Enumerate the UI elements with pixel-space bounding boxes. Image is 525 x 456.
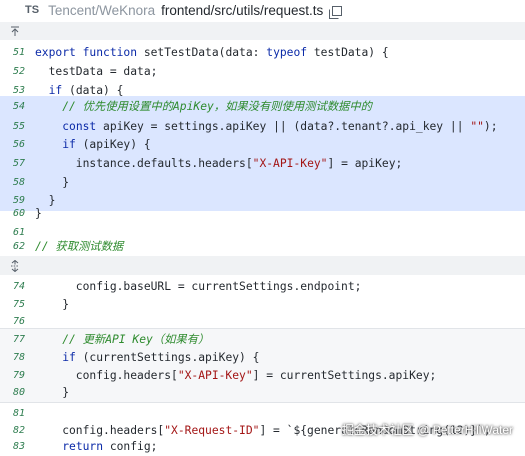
file-header: TS Tencent/WeKnora frontend/src/utils/re… (0, 0, 525, 20)
line-number[interactable]: 54 (0, 101, 35, 112)
code-line: 62 // 获取测试数据 (0, 236, 525, 256)
line-number[interactable]: 58 (0, 177, 35, 188)
code-text: if (data) { (48, 83, 124, 97)
code-line: 60 } (0, 203, 525, 223)
line-number[interactable]: 51 (0, 47, 35, 58)
line-number[interactable]: 82 (0, 425, 35, 436)
repo-link[interactable]: Tencent/WeKnora (48, 3, 155, 18)
code-line-context: 80 } (0, 382, 525, 402)
code-comment: // 获取测试数据 (35, 240, 124, 253)
code-text: instance.defaults.headers["X-API-Key"] =… (35, 156, 403, 170)
code-line: 74 config.baseURL = currentSettings.endp… (0, 276, 525, 296)
line-number[interactable]: 62 (0, 241, 35, 252)
line-number[interactable]: 83 (0, 441, 35, 452)
file-path-link[interactable]: frontend/src/utils/request.ts (161, 3, 323, 18)
line-number[interactable]: 56 (0, 139, 35, 150)
code-text: const apiKey = settings.apiKey || (data?… (62, 119, 498, 133)
code-text: } (35, 385, 70, 399)
code-line-context: 77 // 更新API Key（如果有） (0, 329, 525, 349)
line-number[interactable]: 55 (0, 121, 35, 132)
line-number[interactable]: 77 (0, 334, 35, 345)
code-line: 51 export function setTestData(data: typ… (0, 42, 525, 62)
code-text: config.headers["X-API-Key"] = currentSet… (35, 368, 437, 382)
code-line-highlighted: 54 // 优先使用设置中的ApiKey，如果没有则使用测试数据中的 (0, 96, 525, 116)
line-number[interactable]: 52 (0, 66, 35, 77)
expand-up-icon[interactable] (0, 25, 30, 37)
code-comment: // 更新API Key（如果有） (35, 333, 210, 346)
line-number[interactable]: 78 (0, 352, 35, 363)
line-number[interactable]: 79 (0, 370, 35, 381)
code-text: } (35, 297, 70, 311)
code-line-highlighted: 58 } (0, 172, 525, 192)
code-text: } (35, 206, 42, 220)
code-line: 83 return config; (0, 436, 525, 456)
watermark: 掘金技术社区 @ PetterHillWater (341, 423, 513, 437)
expand-both-icon[interactable] (0, 259, 30, 272)
code-text: if (apiKey) { (62, 137, 151, 151)
expand-hidden-lines-row[interactable] (0, 256, 525, 275)
code-text: testData = data; (35, 64, 158, 78)
code-text: config.baseURL = currentSettings.endpoin… (35, 279, 362, 293)
line-number[interactable]: 53 (0, 85, 35, 96)
code-text: return config; (62, 439, 158, 453)
line-number[interactable]: 57 (0, 158, 35, 169)
copy-icon[interactable] (329, 4, 343, 19)
typescript-badge: TS (25, 4, 40, 16)
expand-above-row[interactable] (0, 22, 525, 40)
line-number[interactable]: 74 (0, 281, 35, 292)
code-text: } (35, 175, 70, 189)
code-line-context: 78 if (currentSettings.apiKey) { (0, 347, 525, 367)
line-number[interactable]: 75 (0, 299, 35, 310)
code-comment: // 优先使用设置中的ApiKey，如果没有则使用测试数据中的 (35, 100, 372, 113)
line-number[interactable]: 81 (0, 408, 35, 419)
line-number[interactable]: 76 (0, 316, 35, 327)
code-text: export function setTestData(data: typeof… (35, 45, 389, 59)
code-text: if (currentSettings.apiKey) { (62, 350, 260, 364)
code-line: 52 testData = data; (0, 61, 525, 81)
code-line-highlighted: 56 if (apiKey) { (0, 134, 525, 154)
line-number[interactable]: 60 (0, 208, 35, 219)
line-number[interactable]: 80 (0, 387, 35, 398)
code-line-highlighted: 57 instance.defaults.headers["X-API-Key"… (0, 153, 525, 173)
code-line-highlighted: 55 const apiKey = settings.apiKey || (da… (0, 116, 525, 136)
